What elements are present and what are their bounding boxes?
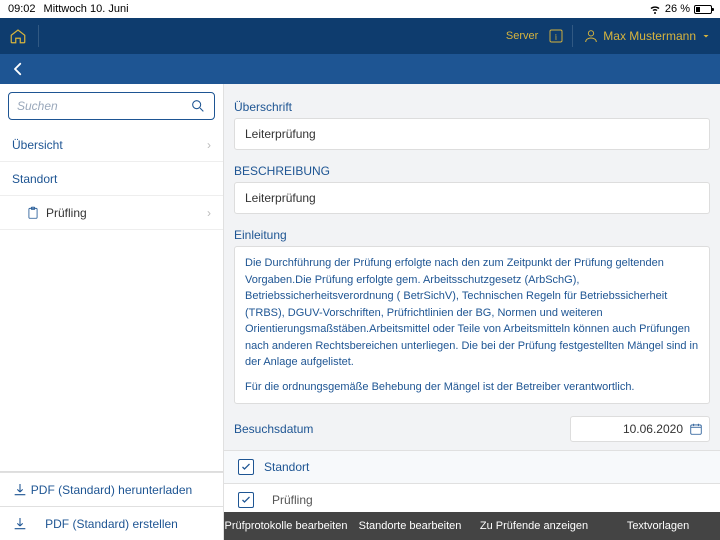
field-beschreibung[interactable]: Leiterprüfung bbox=[234, 182, 710, 214]
back-button[interactable] bbox=[6, 57, 30, 81]
download-icon bbox=[12, 516, 28, 532]
field-einleitung[interactable]: Die Durchführung der Prüfung erfolgte na… bbox=[234, 246, 710, 404]
sidebar-item-label: Übersicht bbox=[12, 138, 63, 152]
chevron-right-icon: › bbox=[207, 138, 211, 152]
check-label-pruefling: Prüfling bbox=[272, 493, 313, 507]
sidebar: Übersicht › Standort Prüfling › PDF (Sta… bbox=[0, 84, 224, 540]
status-date: Mittwoch 10. Juni bbox=[44, 3, 129, 15]
label-ueberschrift: Überschrift bbox=[234, 100, 710, 114]
svg-text:i: i bbox=[555, 31, 558, 41]
clipboard-icon bbox=[26, 206, 40, 220]
wifi-icon bbox=[649, 3, 661, 15]
bottom-action-bar: Prüfprotokolle bearbeiten Standorte bear… bbox=[224, 512, 720, 540]
date-value: 10.06.2020 bbox=[623, 422, 683, 436]
pdf-download-button[interactable]: PDF (Standard) herunterladen bbox=[0, 472, 223, 506]
chevron-right-icon: › bbox=[207, 206, 211, 220]
user-menu[interactable]: Max Mustermann bbox=[575, 28, 720, 44]
home-button[interactable] bbox=[0, 18, 36, 54]
checkbox[interactable] bbox=[238, 459, 254, 475]
status-time: 09:02 bbox=[8, 3, 36, 15]
pdf-download-label: PDF (Standard) herunterladen bbox=[31, 483, 192, 497]
chevron-down-icon bbox=[700, 30, 712, 42]
sidebar-item-label: Standort bbox=[12, 172, 57, 186]
ios-status-bar: 09:02 Mittwoch 10. Juni 26 % bbox=[0, 0, 720, 18]
check-icon bbox=[240, 494, 252, 506]
field-ueberschrift[interactable]: Leiterprüfung bbox=[234, 118, 710, 150]
sidebar-item-standort[interactable]: Standort bbox=[0, 162, 223, 196]
label-besuchsdatum: Besuchsdatum bbox=[234, 422, 313, 436]
calendar-icon bbox=[689, 422, 703, 436]
pdf-create-label: PDF (Standard) erstellen bbox=[45, 517, 178, 531]
user-icon bbox=[583, 28, 599, 44]
app-top-bar: Server i Max Mustermann bbox=[0, 18, 720, 54]
row-besuchsdatum: Besuchsdatum 10.06.2020 bbox=[224, 408, 720, 451]
main-form: Überschrift Leiterprüfung BESCHREIBUNG L… bbox=[224, 84, 720, 540]
sidebar-item-label: Prüfling bbox=[46, 206, 87, 220]
user-name: Max Mustermann bbox=[603, 29, 696, 43]
download-icon bbox=[12, 482, 28, 498]
bottom-tab-standorte[interactable]: Standorte bearbeiten bbox=[348, 520, 472, 532]
check-row-standort[interactable]: Standort bbox=[224, 451, 720, 484]
checkbox[interactable] bbox=[238, 492, 254, 508]
einleitung-p2: Für die ordnungsgemäße Behebung der Mäng… bbox=[245, 379, 699, 396]
label-beschreibung: BESCHREIBUNG bbox=[234, 164, 710, 178]
field-besuchsdatum[interactable]: 10.06.2020 bbox=[570, 416, 710, 442]
bottom-tab-pruefende[interactable]: Zu Prüfende anzeigen bbox=[472, 520, 596, 532]
check-label-standort: Standort bbox=[264, 460, 309, 474]
check-icon bbox=[240, 461, 252, 473]
sub-nav-bar bbox=[0, 54, 720, 84]
sidebar-item-uebersicht[interactable]: Übersicht › bbox=[0, 128, 223, 162]
sidebar-item-pruefling[interactable]: Prüfling › bbox=[0, 196, 223, 230]
bottom-tab-protokolle[interactable]: Prüfprotokolle bearbeiten bbox=[224, 520, 348, 532]
search-box[interactable] bbox=[8, 92, 215, 120]
info-icon[interactable]: i bbox=[546, 26, 566, 46]
battery-percent: 26 % bbox=[665, 3, 690, 15]
search-input[interactable] bbox=[17, 99, 190, 113]
pdf-create-button[interactable]: PDF (Standard) erstellen bbox=[0, 506, 223, 540]
server-label[interactable]: Server bbox=[502, 30, 542, 42]
battery-icon bbox=[694, 5, 712, 14]
label-einleitung: Einleitung bbox=[234, 228, 710, 242]
einleitung-p1: Die Durchführung der Prüfung erfolgte na… bbox=[245, 255, 699, 371]
bottom-tab-textvorlagen[interactable]: Textvorlagen bbox=[596, 520, 720, 532]
search-icon bbox=[190, 98, 206, 114]
